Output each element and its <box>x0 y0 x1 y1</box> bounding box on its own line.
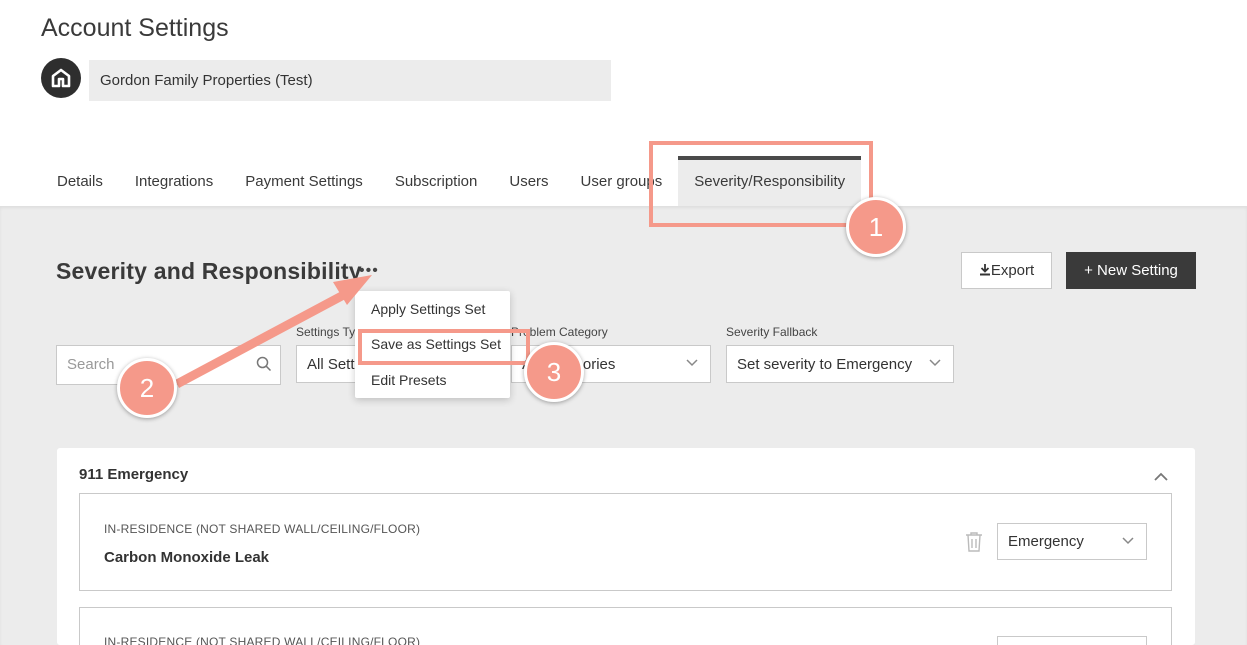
item-name: Carbon Monoxide Leak <box>104 549 270 566</box>
account-name-field: Gordon Family Properties (Test) <box>89 60 611 101</box>
account-avatar <box>41 58 81 98</box>
severity-fallback-value: Set severity to Emergency <box>737 356 913 373</box>
chevron-down-icon <box>1122 537 1134 545</box>
home-icon <box>51 68 71 88</box>
page-title: Account Settings <box>41 14 229 42</box>
tab-users[interactable]: Users <box>493 156 564 206</box>
trash-icon[interactable] <box>965 531 983 552</box>
menu-item-edit-presets[interactable]: Edit Presets <box>371 372 446 388</box>
highlight-box-tab <box>649 141 873 227</box>
highlight-box-menu-item <box>358 329 530 365</box>
chevron-up-icon[interactable] <box>1153 470 1169 482</box>
tab-details[interactable]: Details <box>41 156 119 206</box>
severity-select[interactable] <box>997 636 1147 645</box>
export-button[interactable]: Export <box>961 252 1052 289</box>
severity-fallback-select[interactable]: Set severity to Emergency <box>726 345 954 383</box>
item-location: IN-RESIDENCE (NOT SHARED WALL/CEILING/FL… <box>104 522 421 536</box>
group-title: 911 Emergency <box>79 466 189 483</box>
section-title: Severity and Responsibility <box>56 258 362 284</box>
header: Account Settings Gordon Family Propertie… <box>0 0 1247 206</box>
step-badge-1: 1 <box>846 197 906 257</box>
chevron-down-icon <box>686 359 698 367</box>
severity-select[interactable]: Emergency <box>997 523 1147 560</box>
tab-payment-settings[interactable]: Payment Settings <box>229 156 379 206</box>
new-setting-button[interactable]: + New Setting <box>1066 252 1196 289</box>
tab-integrations[interactable]: Integrations <box>119 156 229 206</box>
tab-subscription[interactable]: Subscription <box>379 156 494 206</box>
chevron-down-icon <box>929 359 941 367</box>
download-icon <box>979 264 990 276</box>
severity-value: Emergency <box>1008 533 1084 550</box>
step-badge-3: 3 <box>524 342 584 402</box>
severity-fallback-label: Severity Fallback <box>726 325 818 339</box>
more-options-button[interactable]: ••• <box>359 262 379 280</box>
step-badge-2: 2 <box>117 358 177 418</box>
search-placeholder: Search <box>67 356 115 373</box>
search-icon <box>256 356 272 372</box>
export-label: Export <box>990 262 1035 279</box>
item-location: IN-RESIDENCE (NOT SHARED WALL/CEILING/FL… <box>104 635 421 645</box>
menu-item-apply-settings-set[interactable]: Apply Settings Set <box>371 301 485 317</box>
